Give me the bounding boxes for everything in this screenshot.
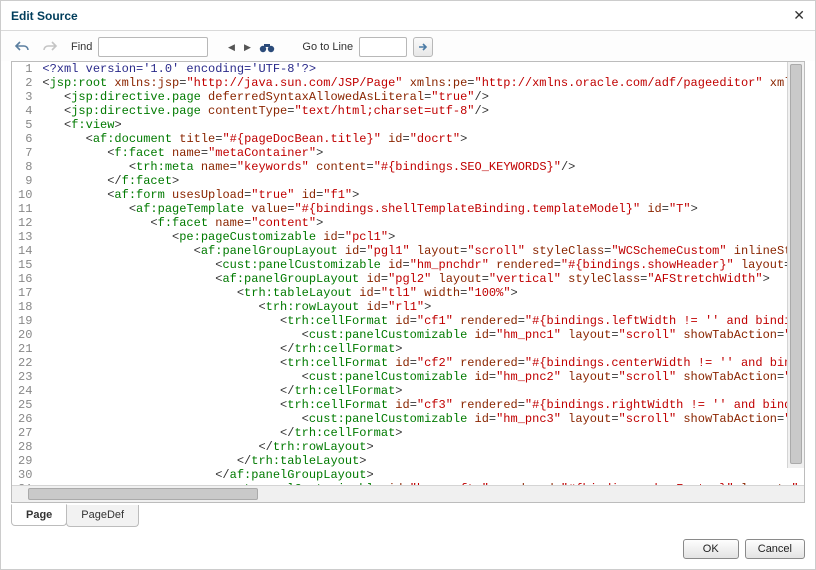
line-number: 2 xyxy=(12,76,40,90)
tab-pagedef[interactable]: PageDef xyxy=(66,505,139,527)
code-line[interactable]: <trh:cellFormat id="cf1" rendered="#{bin… xyxy=(40,314,804,328)
line-number: 30 xyxy=(12,468,40,482)
line-number: 12 xyxy=(12,216,40,230)
code-line[interactable]: </trh:cellFormat> xyxy=(40,426,804,440)
horizontal-scrollbar[interactable] xyxy=(12,485,804,502)
vertical-scrollbar[interactable] xyxy=(787,62,804,468)
code-line[interactable]: <jsp:directive.page deferredSyntaxAllowe… xyxy=(40,90,804,104)
code-line[interactable]: <trh:cellFormat id="cf3" rendered="#{bin… xyxy=(40,398,804,412)
line-number: 14 xyxy=(12,244,40,258)
goto-label: Go to Line xyxy=(302,41,353,53)
code-line[interactable]: <af:document title="#{pageDocBean.title}… xyxy=(40,132,804,146)
code-line[interactable]: <af:form usesUpload="true" id="f1"> xyxy=(40,188,804,202)
ok-button[interactable]: OK xyxy=(683,539,739,559)
line-number: 17 xyxy=(12,286,40,300)
line-number: 9 xyxy=(12,174,40,188)
line-number: 6 xyxy=(12,132,40,146)
line-number: 21 xyxy=(12,342,40,356)
tab-page[interactable]: Page xyxy=(11,504,67,526)
tab-strip: PagePageDef xyxy=(1,503,815,527)
line-number: 20 xyxy=(12,328,40,342)
code-line[interactable]: <jsp:root xmlns:jsp="http://java.sun.com… xyxy=(40,76,804,90)
code-line[interactable]: <trh:rowLayout id="rl1"> xyxy=(40,300,804,314)
code-line[interactable]: <f:facet name="metaContainer"> xyxy=(40,146,804,160)
line-number: 1 xyxy=(12,62,40,76)
dialog-footer: OK Cancel xyxy=(1,527,815,569)
line-number: 28 xyxy=(12,440,40,454)
code-line[interactable]: <trh:meta name="keywords" content="#{bin… xyxy=(40,160,804,174)
code-line[interactable]: <pe:pageCustomizable id="pcl1"> xyxy=(40,230,804,244)
line-number: 7 xyxy=(12,146,40,160)
line-number: 16 xyxy=(12,272,40,286)
code-line[interactable]: </trh:rowLayout> xyxy=(40,440,804,454)
code-line[interactable]: <cust:panelCustomizable id="hm_pnc3" lay… xyxy=(40,412,804,426)
line-number: 29 xyxy=(12,454,40,468)
code-line[interactable]: </trh:cellFormat> xyxy=(40,384,804,398)
code-line[interactable]: </trh:cellFormat> xyxy=(40,342,804,356)
line-number: 27 xyxy=(12,426,40,440)
line-number: 3 xyxy=(12,90,40,104)
line-number: 15 xyxy=(12,258,40,272)
cancel-button[interactable]: Cancel xyxy=(745,539,805,559)
titlebar: Edit Source ✕ xyxy=(1,1,815,31)
line-number: 4 xyxy=(12,104,40,118)
line-number: 13 xyxy=(12,230,40,244)
code-line[interactable]: <cust:panelCustomizable id="hm_pnchdr" r… xyxy=(40,258,804,272)
code-line[interactable]: <cust:panelCustomizable id="hm_pnc1" lay… xyxy=(40,328,804,342)
line-number: 5 xyxy=(12,118,40,132)
code-line[interactable]: <af:panelGroupLayout id="pgl1" layout="s… xyxy=(40,244,804,258)
toolbar: Find ◀ ▶ Go to Line xyxy=(1,31,815,61)
dialog-title: Edit Source xyxy=(11,9,78,23)
find-next-button[interactable]: ▶ xyxy=(242,40,252,54)
code-line[interactable]: <trh:cellFormat id="cf2" rendered="#{bin… xyxy=(40,356,804,370)
goto-line-input[interactable] xyxy=(359,37,407,57)
code-line[interactable]: <cust:panelCustomizable id="hm_pnc2" lay… xyxy=(40,370,804,384)
line-number: 23 xyxy=(12,370,40,384)
line-number: 18 xyxy=(12,300,40,314)
line-number: 26 xyxy=(12,412,40,426)
line-number: 8 xyxy=(12,160,40,174)
line-number: 24 xyxy=(12,384,40,398)
code-line[interactable]: </af:panelGroupLayout> xyxy=(40,468,804,482)
goto-button[interactable] xyxy=(413,37,433,57)
code-line[interactable]: <af:pageTemplate value="#{bindings.shell… xyxy=(40,202,804,216)
code-line[interactable]: <jsp:directive.page contentType="text/ht… xyxy=(40,104,804,118)
code-line[interactable]: </trh:tableLayout> xyxy=(40,454,804,468)
editor-frame: 1<?xml version='1.0' encoding='UTF-8'?>2… xyxy=(11,61,805,503)
find-input[interactable] xyxy=(98,37,208,57)
undo-button[interactable] xyxy=(11,37,33,57)
line-number: 25 xyxy=(12,398,40,412)
line-number: 10 xyxy=(12,188,40,202)
find-prev-button[interactable]: ◀ xyxy=(226,40,236,54)
code-line[interactable]: <f:facet name="content"> xyxy=(40,216,804,230)
code-line[interactable]: <trh:tableLayout id="tl1" width="100%"> xyxy=(40,286,804,300)
code-line[interactable]: </f:facet> xyxy=(40,174,804,188)
code-line[interactable]: <?xml version='1.0' encoding='UTF-8'?> xyxy=(40,62,804,76)
redo-button[interactable] xyxy=(39,37,61,57)
line-number: 22 xyxy=(12,356,40,370)
code-editor[interactable]: 1<?xml version='1.0' encoding='UTF-8'?>2… xyxy=(12,62,804,485)
line-number: 11 xyxy=(12,202,40,216)
line-number: 19 xyxy=(12,314,40,328)
edit-source-dialog: Edit Source ✕ Find ◀ ▶ Go to Line 1<?xml… xyxy=(0,0,816,570)
code-line[interactable]: <f:view> xyxy=(40,118,804,132)
binoculars-icon[interactable] xyxy=(258,38,276,56)
find-label: Find xyxy=(71,41,92,53)
code-line[interactable]: <af:panelGroupLayout id="pgl2" layout="v… xyxy=(40,272,804,286)
close-icon[interactable]: ✕ xyxy=(793,7,805,24)
